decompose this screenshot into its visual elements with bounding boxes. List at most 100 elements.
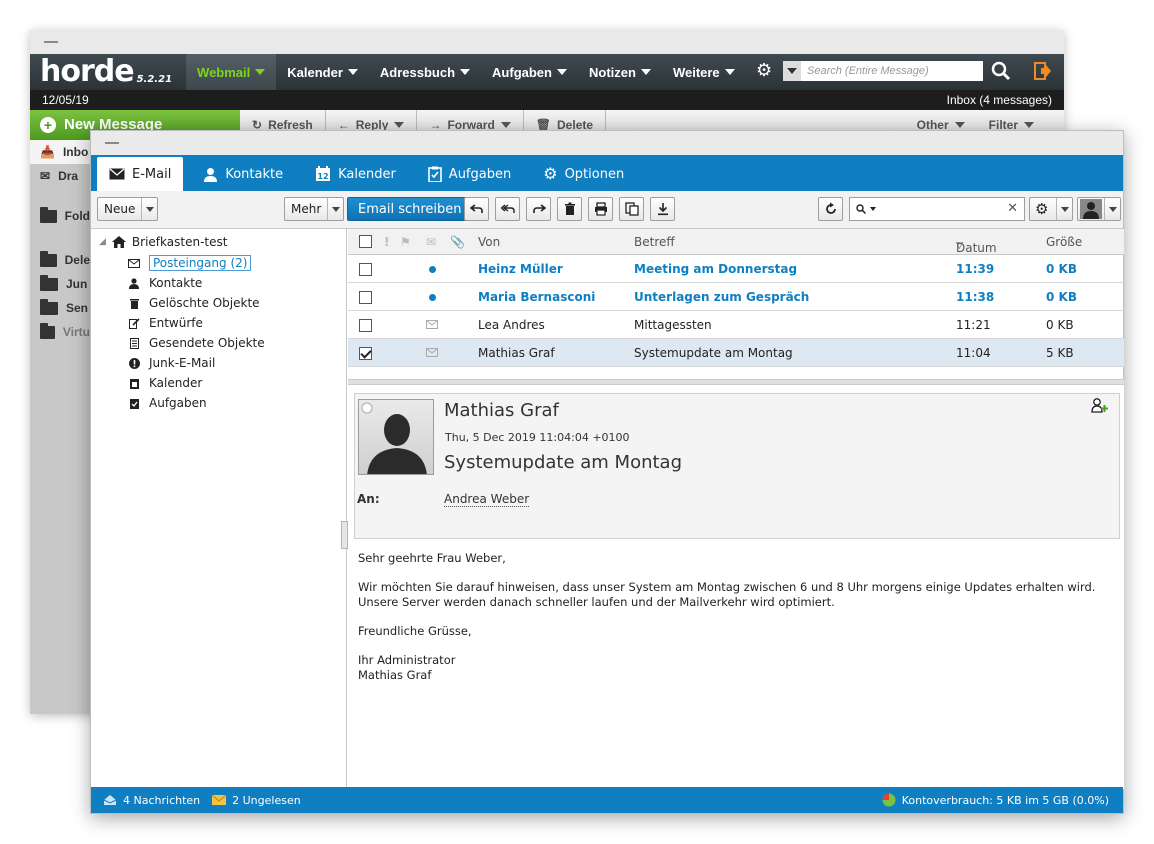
mail-column-icon[interactable]: ✉ [426,235,436,249]
folder-kalender[interactable]: Kalender [127,373,202,393]
row-checkbox[interactable] [359,291,372,304]
tab-optionen[interactable]: ⚙ Optionen [531,157,636,191]
select-all-checkbox[interactable] [359,235,372,248]
unread-count: 2 Ungelesen [212,794,301,807]
priority-column-icon[interactable]: ! [384,235,389,249]
horde-sidebar-drafts[interactable]: ✉ Dra [30,164,90,188]
compose-button[interactable]: Email schreiben [347,197,473,221]
mehr-button[interactable]: Mehr [284,197,345,221]
attachment-column-icon[interactable]: 📎 [450,235,465,249]
chevron-down-icon[interactable] [327,198,343,220]
close-icon[interactable]: ✕ [1007,201,1018,216]
folder-geloeschte[interactable]: Gelöschte Objekte [127,293,260,313]
folder-kontakte[interactable]: Kontakte [127,273,202,293]
download-button[interactable] [650,197,675,221]
folder-aufgaben[interactable]: Aufgaben [127,393,207,413]
settings-button[interactable]: ⚙ [1029,197,1073,221]
column-size[interactable]: Größe [1046,235,1082,249]
row-checkbox[interactable] [359,347,372,360]
folder-entwuerfe[interactable]: Entwürfe [127,313,203,333]
horde-menu-webmail[interactable]: Webmail [186,54,277,90]
calendar-icon: 12 [316,166,331,181]
tab-kalender[interactable]: 12 Kalender [303,157,408,191]
add-contact-icon[interactable] [1091,398,1109,414]
horde-sidebar-sent[interactable]: Sen [30,296,90,320]
column-subject[interactable]: Betreff [634,235,675,249]
horde-sidebar-inbox[interactable]: 📥 Inbo [30,140,90,164]
print-button[interactable] [588,197,613,221]
tab-bar: E-Mail Kontakte 12 Kalender Aufgaben ⚙ O… [91,155,1123,191]
message-list-header: ! ⚑ ✉ 📎 Von Betreff Datum ▽ Größe [348,229,1124,255]
horde-sidebar-virtual[interactable]: Virtu [30,320,90,344]
horde-search-input[interactable]: Search (Entire Message) [783,61,983,81]
sidebar-collapse-handle[interactable] [341,521,348,549]
body-signature: Mathias Graf [358,668,432,682]
delete-button[interactable] [557,197,582,221]
folder-junk[interactable]: Junk-E-Mail [127,353,215,373]
horde-sidebar-folders[interactable]: Fold [30,204,90,228]
table-row[interactable]: Maria Bernasconi Unterlagen zum Gespräch… [348,283,1124,311]
horde-sidebar-deleted[interactable]: Dele [30,248,90,272]
folder-icon [40,250,57,267]
folder-posteingang[interactable]: Posteingang (2) [127,253,252,273]
logout-icon[interactable] [1034,62,1052,80]
row-checkbox[interactable] [359,319,372,332]
body-greeting: Sehr geehrte Frau Weber, [358,551,506,565]
preview-date: Thu, 5 Dec 2019 11:04:04 +0100 [445,431,630,444]
horde-statusbar: 12/05/19 Inbox (4 messages) [30,90,1064,110]
sort-desc-icon: ▽ [956,241,963,251]
copy-button[interactable] [619,197,644,221]
row-checkbox[interactable] [359,263,372,276]
forward-button[interactable] [526,197,551,221]
mail-window: E-Mail Kontakte 12 Kalender Aufgaben ⚙ O… [90,130,1124,814]
body-closing: Freundliche Grüsse, [358,624,472,638]
folder-root[interactable]: ◢ Briefkasten-test [99,235,227,249]
tab-aufgaben[interactable]: Aufgaben [416,157,523,191]
folder-gesendete[interactable]: Gesendete Objekte [127,333,265,353]
row-date: 11:04 [956,346,991,360]
search-input[interactable]: ✕ [849,197,1025,221]
table-row[interactable]: Heinz Müller Meeting am Donnerstag 11:39… [348,255,1124,283]
horde-menu-notizen[interactable]: Notizen [578,54,662,90]
account-button[interactable] [1077,197,1121,221]
reply-all-button[interactable] [495,197,520,221]
chevron-down-icon[interactable] [1056,198,1072,220]
row-subject: Meeting am Donnerstag [634,262,798,276]
clipboard-icon [427,166,442,182]
search-scope-dropdown[interactable] [783,61,801,81]
tab-kontakte[interactable]: Kontakte [191,157,295,191]
chevron-down-icon [556,69,567,75]
collapse-arrow-icon[interactable]: ◢ [99,237,106,247]
horde-sidebar-junk[interactable]: Jun [30,272,90,296]
neue-button[interactable]: Neue [97,197,159,221]
horde-inbox-status: Inbox (4 messages) [946,93,1052,107]
refresh-button[interactable] [818,197,843,221]
message-list: ! ⚑ ✉ 📎 Von Betreff Datum ▽ Größe Heinz … [348,229,1124,367]
table-row[interactable]: Lea Andres Mittagessten 11:21 0 KB [348,311,1124,339]
horde-menu-adressbuch[interactable]: Adressbuch [369,54,481,90]
row-size: 0 KB [1046,318,1074,332]
drafts-icon: ✉ [40,169,51,183]
chevron-down-icon[interactable] [1104,198,1120,220]
row-date: 11:21 [956,318,991,332]
column-from[interactable]: Von [478,235,500,249]
gear-icon[interactable]: ⚙ [756,62,772,80]
trash-icon [127,298,141,309]
row-date: 11:39 [956,262,995,276]
reply-button[interactable] [464,197,489,221]
trash-icon [564,202,575,215]
horde-menu-aufgaben[interactable]: Aufgaben [481,54,578,90]
flag-column-icon[interactable]: ⚑ [400,235,411,249]
search-icon[interactable] [990,60,1012,82]
preview-to[interactable]: Andrea Weber [444,492,530,507]
table-row[interactable]: Mathias Graf Systemupdate am Montag 11:0… [348,339,1124,367]
chevron-down-icon[interactable] [141,198,157,220]
plus-icon: + [40,116,56,133]
row-subject: Mittagessten [634,318,712,332]
read-mail-icon [426,320,438,329]
chevron-down-icon[interactable] [870,207,876,211]
horde-menu: Webmail Kalender Adressbuch Aufgaben Not… [186,54,746,90]
horde-menu-kalender[interactable]: Kalender [276,54,369,90]
tab-email[interactable]: E-Mail [97,157,184,191]
horde-menu-weitere[interactable]: Weitere [662,54,746,90]
